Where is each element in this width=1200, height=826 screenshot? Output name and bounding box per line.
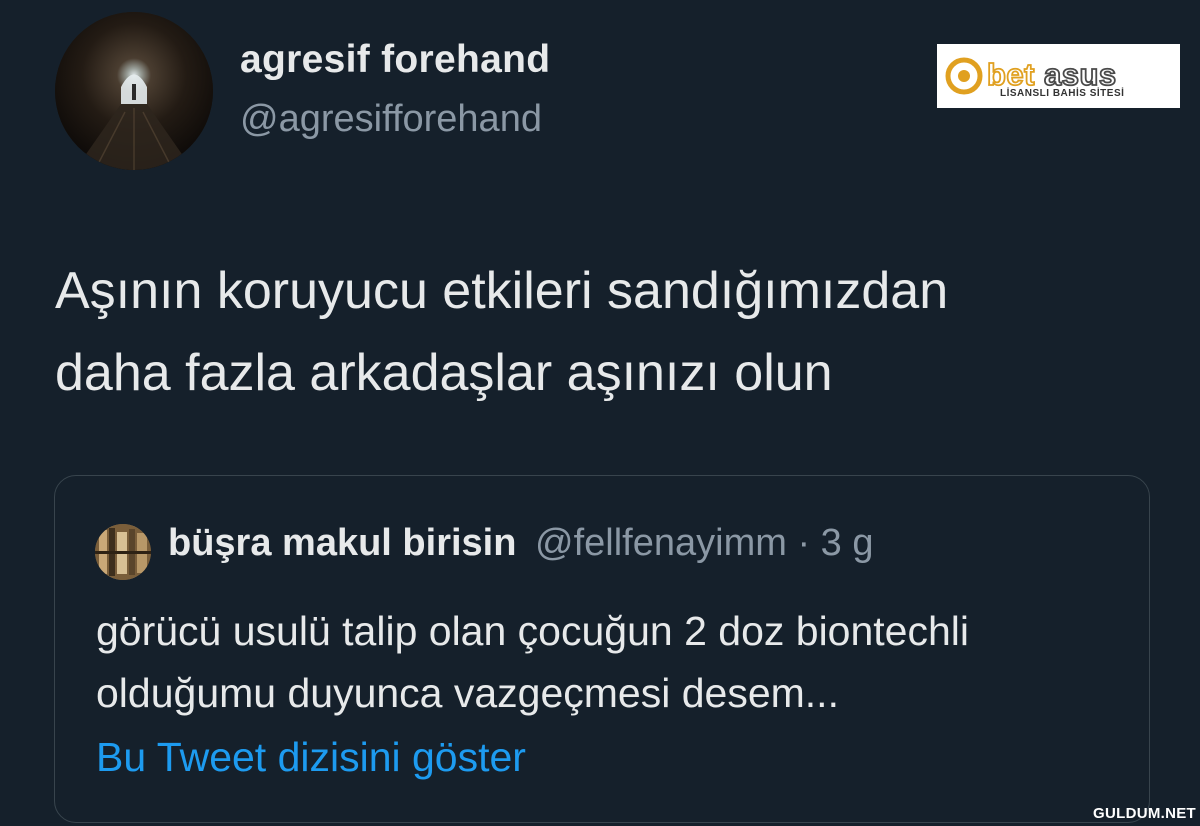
quoted-author-name[interactable]: büşra makul birisin [168, 522, 516, 564]
author-avatar[interactable] [55, 12, 213, 170]
svg-text:bet: bet [987, 57, 1035, 92]
ad-tagline: LİSANSLI BAHİS SİTESİ [1000, 88, 1125, 99]
betasus-ad-logo: bet asus LİSANSLI BAHİS SİTESİ betasus [937, 44, 1180, 108]
quoted-tweet-text: görücü usulü talip olan çocuğun 2 doz bi… [96, 600, 1136, 724]
site-watermark: GULDUM.NET [1093, 805, 1196, 822]
quoted-tweet-line: olduğumu duyunca vazgeçmesi desem... [96, 670, 839, 716]
tweet-text: Aşının koruyucu etkileri sandığımızdan d… [55, 250, 1175, 414]
quoted-tweet-line: görücü usulü talip olan çocuğun 2 doz bi… [96, 608, 969, 654]
quoted-tweet-age[interactable]: 3 g [821, 522, 874, 564]
svg-text:asus: asus [1044, 57, 1117, 92]
author-handle[interactable]: @agresifforehand [240, 98, 542, 141]
tweet-text-line: Aşının koruyucu etkileri sandığımızdan [55, 262, 949, 320]
header-separator: · [786, 522, 821, 564]
show-thread-link[interactable]: Bu Tweet dizisini göster [96, 734, 526, 781]
tweet-text-line: daha fazla arkadaşlar aşınızı olun [55, 344, 833, 402]
quoted-tweet-card[interactable]: büşra makul birisin @fellfenayimm · 3 g … [54, 475, 1150, 823]
bookshelf-image [95, 524, 151, 580]
quoted-tweet-header: büşra makul birisin @fellfenayimm · 3 g [168, 522, 874, 565]
quoted-author-handle[interactable]: @fellfenayimm [535, 522, 787, 564]
tunnel-image [55, 12, 213, 170]
quoted-author-avatar[interactable] [95, 524, 151, 580]
author-display-name[interactable]: agresif forehand [240, 38, 550, 82]
